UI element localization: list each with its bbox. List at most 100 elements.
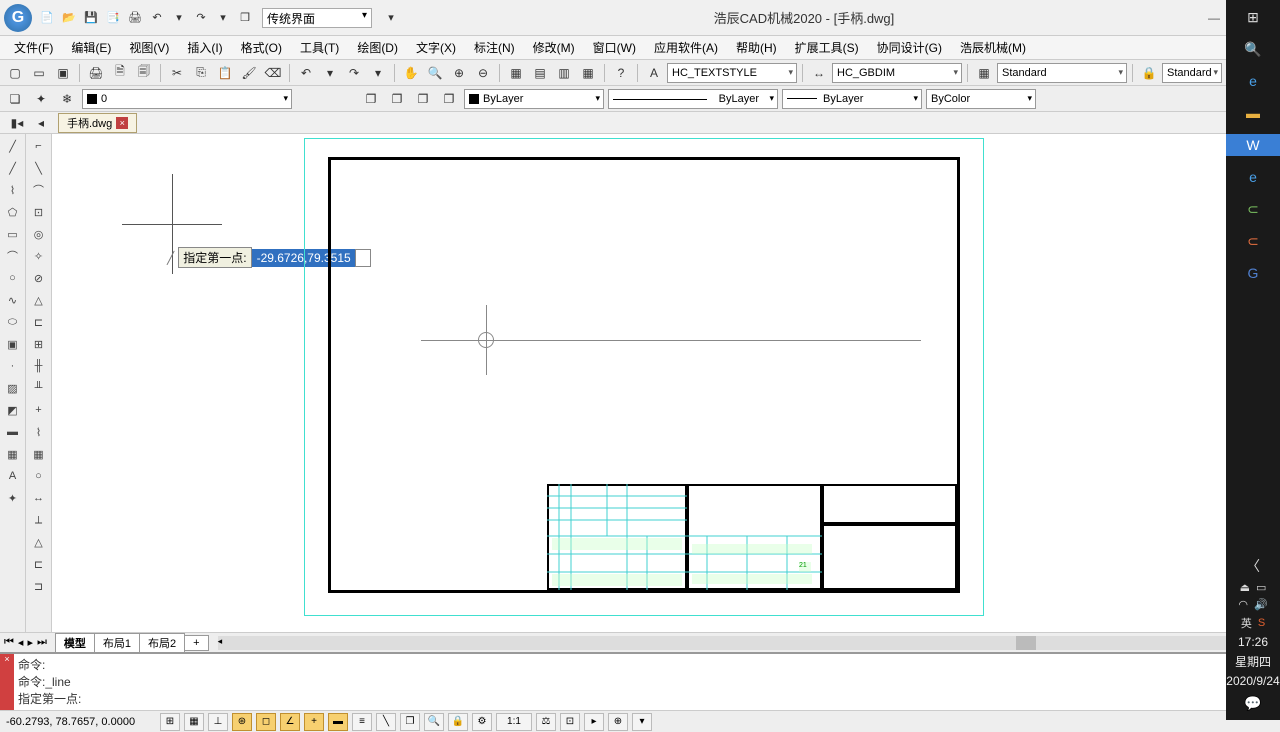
win-edge2-icon[interactable]: e [1240, 166, 1266, 188]
sb-7[interactable]: ⚖ [536, 713, 556, 731]
qat-undo-icon[interactable]: ↶ [148, 9, 166, 27]
cut-icon[interactable]: ✂ [166, 62, 188, 84]
sb-6[interactable]: ⚙ [472, 713, 492, 731]
dc-icon[interactable]: ▤ [529, 62, 551, 84]
menu-view[interactable]: 视图(V) [121, 37, 177, 58]
copy-icon[interactable]: ⎘ [190, 62, 212, 84]
zoom-prev-icon[interactable]: ⊖ [472, 62, 494, 84]
line-icon[interactable]: ╱ [3, 136, 23, 156]
eraser-icon[interactable]: ⌫ [262, 62, 284, 84]
mod-11-icon[interactable]: ╫ [29, 356, 49, 376]
clock-time[interactable]: 17:26 [1238, 635, 1268, 649]
mod-21-icon[interactable]: ⊐ [29, 576, 49, 596]
scale-display[interactable]: 1:1 [496, 713, 532, 731]
mod-2-icon[interactable]: ╲ [29, 158, 49, 178]
lwt-toggle[interactable]: ▬ [328, 713, 348, 731]
mod-12-icon[interactable]: ╨ [29, 378, 49, 398]
menu-insert[interactable]: 插入(I) [179, 37, 230, 58]
workspace-selector[interactable]: 传统界面 [262, 8, 372, 28]
cmdwin-close-icon[interactable]: × [0, 654, 14, 710]
qat-layers-icon[interactable]: ❒ [236, 9, 254, 27]
menu-tools[interactable]: 工具(T) [292, 37, 347, 58]
menu-window[interactable]: 窗口(W) [585, 37, 644, 58]
layer-props-icon[interactable]: ❏ [4, 88, 26, 110]
drawing-canvas[interactable]: ╱ 指定第一点: -29.6726,79.3515 [52, 134, 1280, 632]
paste-icon[interactable]: 📋 [214, 62, 236, 84]
mod-20-icon[interactable]: ⊏ [29, 554, 49, 574]
menu-app[interactable]: 应用软件(A) [646, 37, 726, 58]
menu-file[interactable]: 文件(F) [6, 37, 61, 58]
doc-first-icon[interactable]: ▮◂ [6, 112, 28, 134]
tray-sogou-icon[interactable]: S [1258, 617, 1265, 629]
layer-freeze-icon[interactable]: ❄ [56, 88, 78, 110]
menu-draw[interactable]: 绘图(D) [349, 37, 406, 58]
mod-14-icon[interactable]: ⌇ [29, 422, 49, 442]
tab-layout1[interactable]: 布局1 [94, 633, 140, 653]
minimize-button[interactable]: — [1208, 11, 1220, 25]
mod-4-icon[interactable]: ⊡ [29, 202, 49, 222]
tray-expand-icon[interactable]: 〈 [1240, 555, 1266, 577]
mod-3-icon[interactable]: ⌒ [29, 180, 49, 200]
sb-1[interactable]: ≡ [352, 713, 372, 731]
mod-19-icon[interactable]: △ [29, 532, 49, 552]
layer-combo[interactable]: 0 [82, 89, 292, 109]
grid-toggle[interactable]: ▦ [184, 713, 204, 731]
document-tab[interactable]: 手柄.dwg × [58, 113, 137, 133]
circle-icon[interactable]: ○ [3, 268, 23, 288]
addsel-icon[interactable]: ✦ [3, 488, 23, 508]
hatch-icon[interactable]: ▨ [3, 378, 23, 398]
zoom-win-icon[interactable]: ⊕ [448, 62, 470, 84]
tray-ime-label[interactable]: 英 [1241, 615, 1252, 631]
dimstyle-combo[interactable]: HC_GBDIM [832, 63, 962, 83]
rect-icon[interactable]: ▭ [3, 224, 23, 244]
tp-icon[interactable]: ▥ [553, 62, 575, 84]
sb-9[interactable]: ▸ [584, 713, 604, 731]
block-icon[interactable]: ▣ [3, 334, 23, 354]
dimstyle-icon[interactable]: ↔ [808, 62, 830, 84]
gradient-icon[interactable]: ◩ [3, 400, 23, 420]
undo-icon[interactable]: ↶ [295, 62, 317, 84]
otrack-toggle[interactable]: ∠ [280, 713, 300, 731]
menu-dim[interactable]: 标注(N) [466, 37, 523, 58]
props-icon[interactable]: ▦ [505, 62, 527, 84]
layer-b4-icon[interactable]: ❐ [438, 88, 460, 110]
sb-8[interactable]: ⊡ [560, 713, 580, 731]
print-icon[interactable]: 🖨 [85, 62, 107, 84]
sb-10[interactable]: ⊕ [608, 713, 628, 731]
tablestyle-icon[interactable]: ▦ [973, 62, 995, 84]
mtext-icon[interactable]: A [3, 466, 23, 486]
tab-add[interactable]: + [184, 635, 208, 651]
sb-3[interactable]: ❐ [400, 713, 420, 731]
app-logo[interactable]: G [4, 4, 32, 32]
osnap-toggle[interactable]: ◻ [256, 713, 276, 731]
pan-icon[interactable]: ✋ [400, 62, 422, 84]
menu-collab[interactable]: 协同设计(G) [869, 37, 950, 58]
qat-new-icon[interactable]: 📄 [38, 9, 56, 27]
layer-b2-icon[interactable]: ❐ [386, 88, 408, 110]
win-wps-icon[interactable]: W [1226, 134, 1280, 156]
ortho-toggle[interactable]: ⊥ [208, 713, 228, 731]
mod-17-icon[interactable]: ↔ [29, 488, 49, 508]
polygon-icon[interactable]: ⬠ [3, 202, 23, 222]
win-app2-icon[interactable]: ⊂ [1240, 230, 1266, 252]
win-gcad-icon[interactable]: G [1240, 262, 1266, 284]
preview-icon[interactable]: 🗎 [109, 62, 131, 84]
mod-7-icon[interactable]: ⊘ [29, 268, 49, 288]
layer-b1-icon[interactable]: ❐ [360, 88, 382, 110]
mod-6-icon[interactable]: ✧ [29, 246, 49, 266]
sb-5[interactable]: 🔒 [448, 713, 468, 731]
lock-icon[interactable]: 🔒 [1138, 62, 1160, 84]
table-icon[interactable]: ▦ [577, 62, 599, 84]
qat-print-icon[interactable]: 🖨 [126, 9, 144, 27]
qat-extra-icon[interactable]: ▾ [382, 9, 400, 27]
tray-usb-icon[interactable]: ⏏ [1240, 581, 1250, 594]
publish-icon[interactable]: 🗐 [133, 62, 155, 84]
zoom-rt-icon[interactable]: 🔍 [424, 62, 446, 84]
region-icon[interactable]: ▬ [3, 422, 23, 442]
mod-18-icon[interactable]: ⟂ [29, 510, 49, 530]
h-scrollbar[interactable] [218, 636, 1276, 650]
qat-open-icon[interactable]: 📂 [60, 9, 78, 27]
mod-8-icon[interactable]: △ [29, 290, 49, 310]
win-start-icon[interactable]: ⊞ [1240, 6, 1266, 28]
match-icon[interactable]: 🖌 [238, 62, 260, 84]
